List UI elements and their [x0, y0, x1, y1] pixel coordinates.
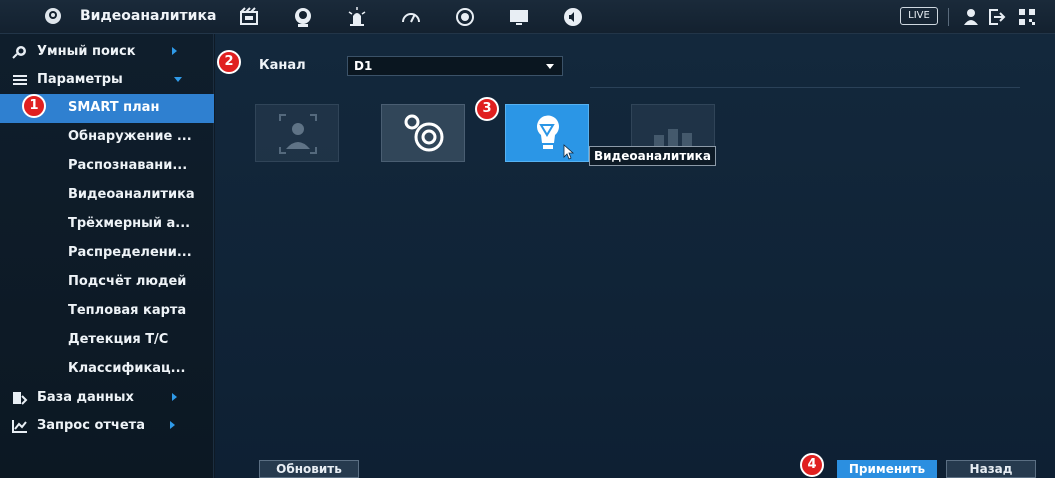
sidebar-item-detection[interactable]: Обнаружение ... — [0, 123, 214, 152]
record-icon[interactable] — [454, 6, 476, 28]
sidebar-sub-label: Распределени... — [68, 245, 192, 260]
sidebar-sub-label: Обнаружение ... — [68, 129, 192, 144]
sidebar-item-distribution[interactable]: Распределени... — [0, 239, 214, 268]
report-chart-icon — [12, 420, 27, 433]
sidebar-sub-label: SMART план — [68, 100, 160, 115]
lightbulb-icon — [536, 115, 575, 160]
sidebar-sub-label: Распознавани... — [68, 158, 188, 173]
face-icon[interactable] — [292, 6, 314, 28]
main-panel: Канал D1 Видеоаналитика Обновить Примени… — [215, 34, 1055, 478]
sidebar-label-report-query: Запрос отчета — [37, 418, 145, 433]
tooltip: Видеоаналитика — [589, 146, 716, 166]
search-icon — [12, 46, 26, 59]
sidebar-sub-label: Классификац... — [68, 361, 186, 376]
speed-gauge-icon[interactable] — [400, 6, 422, 28]
refresh-button[interactable]: Обновить — [259, 460, 359, 478]
toolbar-divider — [948, 8, 949, 26]
app-logo-icon — [45, 8, 61, 24]
camera-lens-icon — [404, 114, 444, 152]
sidebar-sub-label: Тепловая карта — [68, 303, 187, 318]
sidebar-label-parameters: Параметры — [37, 72, 123, 87]
sidebar-item-3d[interactable]: Трёхмерный а... — [0, 210, 214, 239]
sidebar-item-recognition[interactable]: Распознавани... — [0, 152, 214, 181]
qr-code-icon[interactable] — [1016, 6, 1038, 28]
channel-label: Канал — [259, 58, 306, 73]
logout-icon[interactable] — [986, 6, 1008, 28]
live-button[interactable]: LIVE — [900, 7, 938, 25]
sidebar-item-vehicle-detection[interactable]: Детекция Т/С — [0, 326, 214, 355]
sidebar-sub-label: Видеоаналитика — [68, 187, 195, 202]
sidebar-label-smart-search: Умный поиск — [37, 44, 136, 59]
sidebar-item-people-counting[interactable]: Подсчёт людей — [0, 268, 214, 297]
alarm-icon[interactable] — [346, 6, 368, 28]
app-title: Видеоаналитика — [80, 8, 217, 24]
sidebar-item-database[interactable]: База данных — [0, 384, 214, 412]
camera-tile[interactable] — [381, 104, 465, 162]
channel-select[interactable]: D1 — [347, 56, 563, 76]
sidebar-item-report-query[interactable]: Запрос отчета — [0, 412, 214, 440]
face-detection-tile[interactable] — [255, 104, 339, 162]
annotation-badge-2: 2 — [217, 50, 241, 74]
monitor-icon[interactable] — [508, 6, 530, 28]
user-icon[interactable] — [960, 6, 982, 28]
sidebar-label-database: База данных — [37, 390, 134, 405]
database-icon — [13, 392, 28, 405]
sidebar-sub-label: Детекция Т/С — [68, 332, 169, 347]
chevron-down-icon — [546, 64, 554, 69]
annotation-badge-1: 1 — [22, 94, 46, 118]
chevron-right-icon — [170, 421, 175, 429]
apply-button[interactable]: Применить — [837, 460, 937, 478]
annotation-badge-3: 3 — [475, 97, 499, 121]
sidebar-item-smart-search[interactable]: Умный поиск — [0, 38, 214, 66]
audio-icon[interactable] — [562, 6, 584, 28]
sidebar-item-heat-map[interactable]: Тепловая карта — [0, 297, 214, 326]
divider — [590, 87, 1020, 88]
channel-select-value: D1 — [354, 59, 373, 73]
sidebar-item-classification[interactable]: Классификац... — [0, 355, 214, 384]
smart-plan-icon[interactable] — [238, 6, 260, 28]
chevron-right-icon — [172, 47, 177, 55]
annotation-badge-4: 4 — [800, 453, 824, 477]
face-detection-icon — [279, 114, 317, 154]
sidebar-item-parameters[interactable]: Параметры — [0, 66, 214, 94]
top-bar: Видеоаналитика LIVE — [0, 0, 1055, 34]
sidebar-sub-label: Подсчёт людей — [68, 274, 187, 289]
sidebar-item-video-analytics[interactable]: Видеоаналитика — [0, 181, 214, 210]
chevron-right-icon — [172, 393, 177, 401]
sidebar-sub-label: Трёхмерный а... — [68, 216, 191, 231]
back-button[interactable]: Назад — [946, 460, 1036, 478]
video-analytics-tile[interactable] — [505, 104, 589, 162]
list-icon — [13, 75, 27, 85]
chevron-down-icon — [174, 77, 182, 82]
